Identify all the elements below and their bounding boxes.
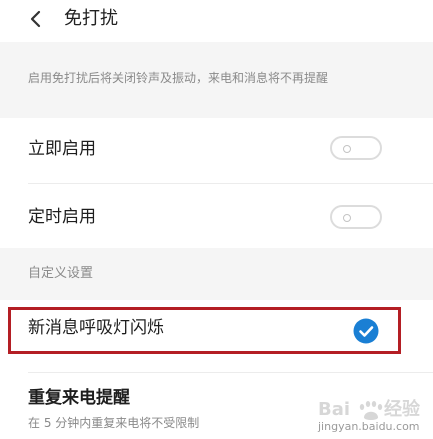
section-label: 自定义设置 — [28, 266, 94, 281]
page-title: 免打扰 — [64, 8, 118, 29]
description-text: 启用免打扰后将关闭铃声及振动，来电和消息将不再提醒 — [28, 71, 329, 85]
toggle-knob — [343, 214, 351, 222]
svg-text:经验: 经验 — [384, 398, 421, 420]
repeat-call-label: 重复来电提醒 — [28, 388, 130, 408]
immediate-toggle[interactable] — [330, 136, 382, 160]
immediate-label: 立即启用 — [28, 139, 96, 159]
toggle-knob — [343, 145, 351, 153]
watermark-text: jingyan.baidu.com — [318, 420, 420, 433]
header-bar: 免打扰 — [0, 0, 433, 42]
scheduled-label: 定时启用 — [28, 207, 96, 227]
highlight-box — [8, 307, 401, 354]
chevron-left-icon[interactable] — [26, 9, 46, 29]
scheduled-toggle[interactable] — [330, 205, 382, 229]
row-immediate[interactable]: 立即启用 — [0, 118, 433, 183]
repeat-call-sublabel: 在 5 分钟内重复来电将不受限制 — [28, 416, 200, 430]
svg-text:Bai: Bai — [318, 399, 350, 420]
row-scheduled[interactable]: 定时启用 — [0, 184, 433, 248]
